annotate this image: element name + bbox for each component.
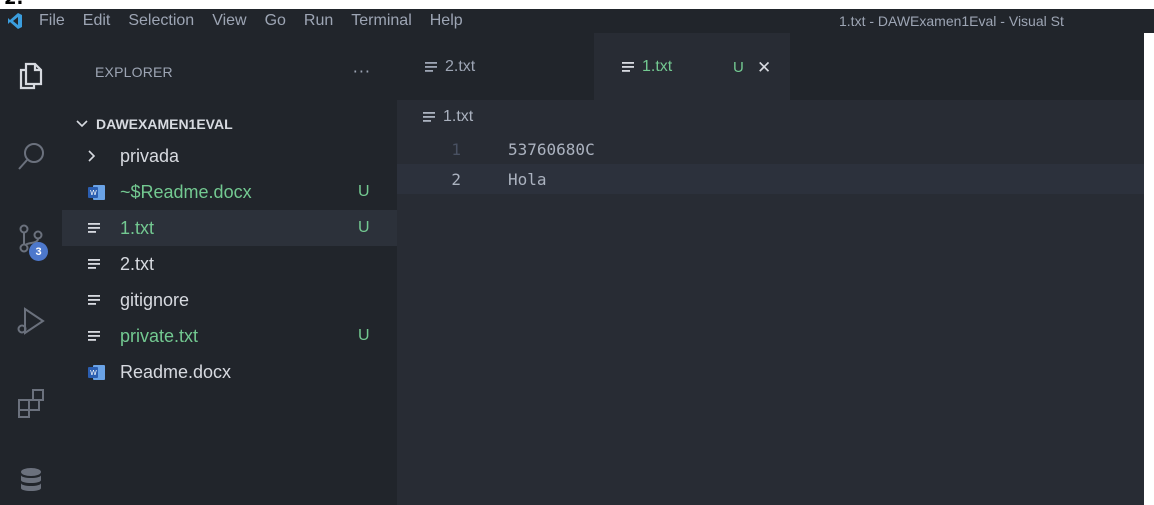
menu-bar: File Edit Selection View Go Run Terminal… — [30, 9, 472, 33]
sidebar-title: EXPLORER — [95, 63, 173, 80]
tree-item-readme-docx[interactable]: W Readme.docx — [62, 354, 397, 390]
activity-bar: 3 — [0, 33, 62, 505]
breadcrumb: 1.txt — [397, 100, 1154, 134]
tree-item-private-txt[interactable]: private.txt U — [62, 318, 397, 354]
tree-item-privada[interactable]: privada — [62, 138, 397, 174]
svg-text:W: W — [90, 189, 97, 197]
top-strip: 2. — [0, 0, 1154, 9]
tree-item-label: gitignore — [120, 289, 190, 310]
cutoff-text: 2. — [4, 0, 23, 9]
text-file-icon — [88, 258, 110, 270]
menu-edit[interactable]: Edit — [74, 9, 120, 33]
text-file-icon — [88, 294, 110, 306]
tab-1-txt[interactable]: 1.txt U ✕ — [594, 33, 790, 100]
workspace-folder[interactable]: DAWEXAMEN1EVAL — [62, 110, 397, 138]
menu-help[interactable]: Help — [421, 9, 472, 33]
title-bar: File Edit Selection View Go Run Terminal… — [0, 9, 1154, 33]
tree-item-2-txt[interactable]: 2.txt — [62, 246, 397, 282]
text-file-icon — [425, 61, 439, 73]
git-status-untracked: U — [358, 219, 370, 236]
word-file-icon: W — [88, 184, 110, 200]
breadcrumb-item[interactable]: 1.txt — [443, 108, 473, 126]
tab-bar: 2.txt 1.txt U ✕ — [397, 33, 1154, 100]
explorer-icon[interactable] — [0, 50, 62, 100]
menu-view[interactable]: View — [203, 9, 255, 33]
line-number: 1 — [451, 139, 461, 159]
code-line-current[interactable]: 2 Hola — [397, 164, 1154, 194]
git-status-untracked: U — [358, 327, 370, 344]
text-file-icon — [88, 222, 110, 234]
text-file-icon — [423, 111, 437, 123]
tree-item-gitignore[interactable]: gitignore — [62, 282, 397, 318]
tree-item-label: 1.txt — [120, 217, 155, 238]
tree-item-label: privada — [120, 145, 180, 166]
workspace-folder-name: DAWEXAMEN1EVAL — [96, 116, 233, 132]
window-edge — [1144, 33, 1154, 505]
code-text: 53760680C — [508, 139, 595, 159]
explorer-sidebar: EXPLORER ··· DAWEXAMEN1EVAL privada W ~$… — [62, 33, 397, 505]
search-icon[interactable] — [0, 131, 62, 181]
source-control-badge: 3 — [29, 242, 48, 261]
svg-text:W: W — [90, 369, 97, 377]
line-number: 2 — [451, 169, 461, 189]
tree-item-label: 2.txt — [120, 253, 155, 274]
menu-run[interactable]: Run — [295, 9, 342, 33]
menu-go[interactable]: Go — [256, 9, 295, 33]
source-control-icon[interactable]: 3 — [0, 213, 62, 263]
tab-label: 2.txt — [445, 57, 476, 75]
run-debug-icon[interactable] — [0, 296, 62, 346]
window-title: 1.txt - DAWExamen1Eval - Visual St — [839, 13, 1064, 29]
extensions-icon[interactable] — [0, 378, 62, 428]
menu-file[interactable]: File — [30, 9, 74, 33]
text-file-icon — [88, 330, 110, 342]
git-status-untracked: U — [733, 59, 744, 76]
sidebar-header: EXPLORER ··· — [62, 33, 397, 110]
git-status-untracked: U — [358, 183, 370, 200]
text-file-icon — [622, 61, 636, 73]
chevron-right-icon — [88, 150, 110, 162]
tab-2-txt[interactable]: 2.txt — [397, 33, 594, 100]
tab-label: 1.txt — [642, 58, 673, 75]
tree-item-1-txt[interactable]: 1.txt U — [62, 210, 397, 246]
code-text: Hola — [508, 169, 547, 189]
tree-item-readme-temp[interactable]: W ~$Readme.docx U — [62, 174, 397, 210]
menu-terminal[interactable]: Terminal — [342, 9, 420, 33]
chevron-down-icon — [76, 116, 92, 132]
tree-item-label: ~$Readme.docx — [120, 181, 252, 202]
tree-item-label: Readme.docx — [120, 361, 232, 382]
menu-selection[interactable]: Selection — [119, 9, 203, 33]
code-line[interactable]: 1 53760680C — [397, 134, 1154, 164]
word-file-icon: W — [88, 364, 110, 380]
close-icon[interactable]: ✕ — [757, 34, 771, 101]
database-icon[interactable] — [0, 455, 62, 505]
editor[interactable]: 1.txt 1 53760680C 2 Hola — [397, 100, 1154, 505]
more-actions-icon[interactable]: ··· — [353, 62, 371, 81]
tree-item-label: private.txt — [120, 325, 199, 346]
vscode-logo-icon — [0, 9, 30, 33]
